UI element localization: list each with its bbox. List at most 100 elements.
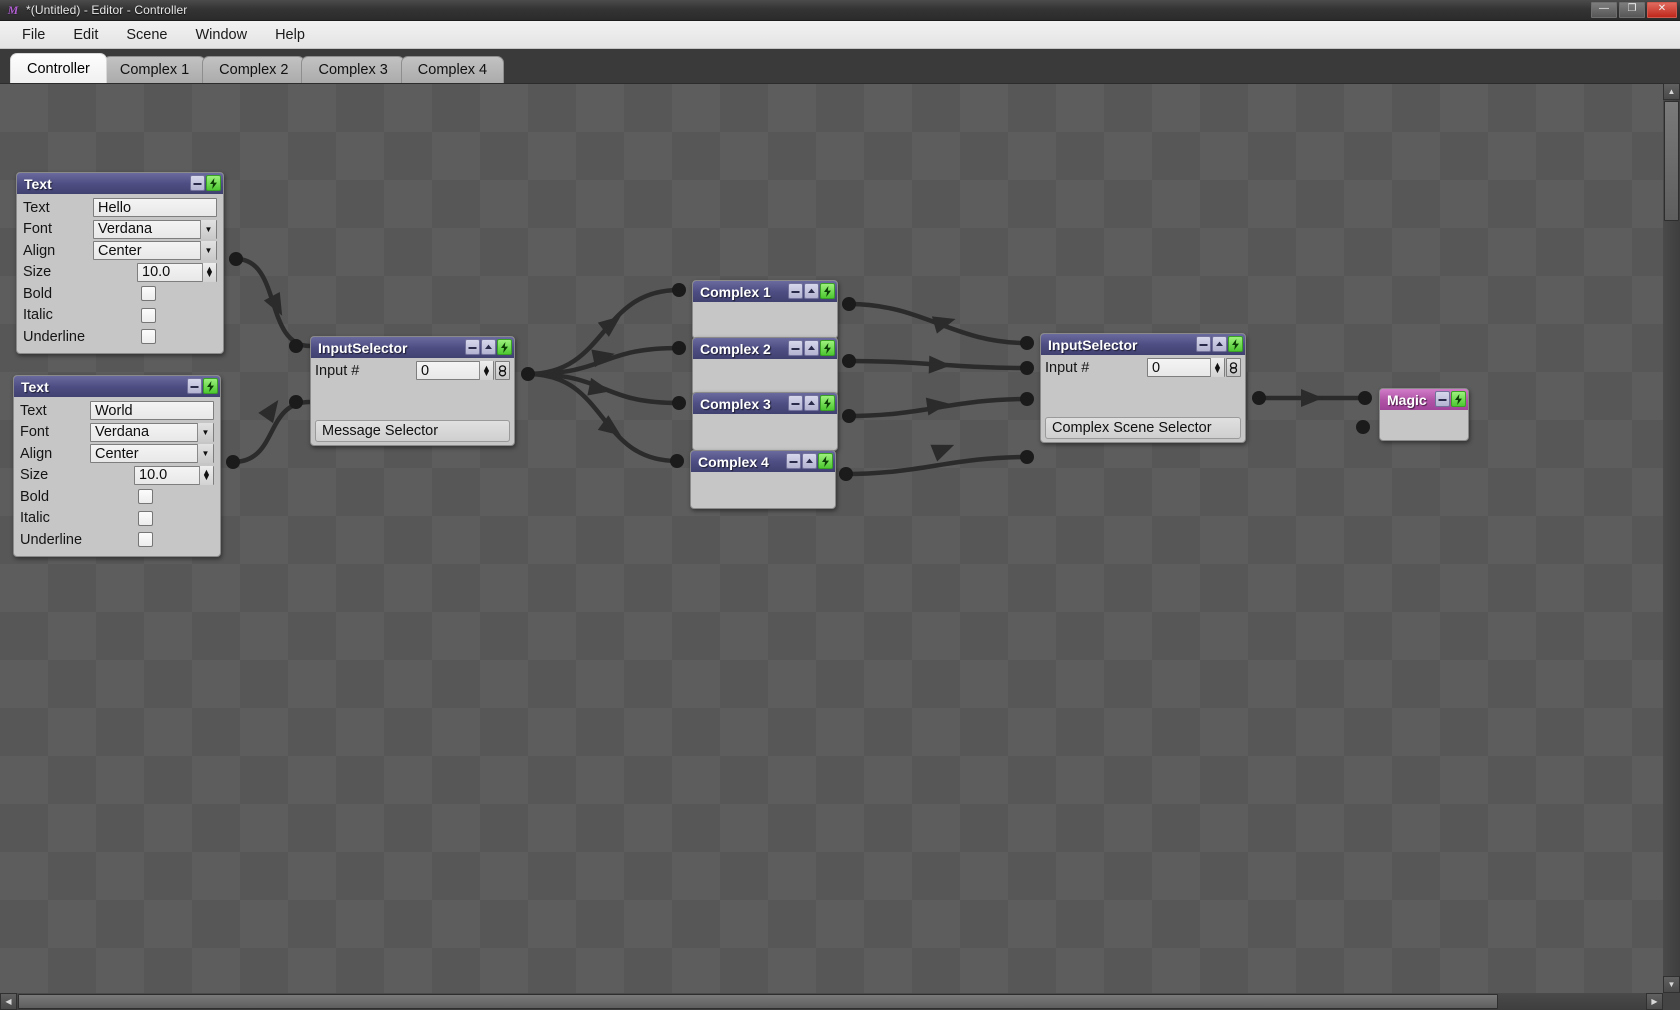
- number-input-size[interactable]: 10.0 ▲ ▼: [134, 465, 214, 485]
- checkbox-bold[interactable]: [141, 286, 156, 302]
- node-minimize-icon[interactable]: [187, 378, 202, 394]
- node-c3[interactable]: Complex 3: [692, 392, 838, 451]
- menu-item-edit[interactable]: Edit: [59, 24, 112, 46]
- node-collapse-up-icon[interactable]: [481, 339, 496, 355]
- menu-item-file[interactable]: File: [8, 24, 59, 46]
- number-input-input-number[interactable]: 0 ▲ ▼: [1147, 358, 1225, 378]
- node-header-c3[interactable]: Complex 3: [693, 393, 837, 414]
- node-port[interactable]: [842, 354, 856, 368]
- node-sel2[interactable]: InputSelector Input # 0 ▲ ▼ Complex Scene Sel…: [1040, 333, 1246, 443]
- node-header-magic[interactable]: Magic: [1380, 389, 1468, 410]
- node-lightning-bolt-icon[interactable]: [818, 453, 833, 469]
- spinner-arrows-icon[interactable]: ▲ ▼: [199, 465, 213, 485]
- node-minimize-icon[interactable]: [190, 175, 205, 191]
- minimize-button[interactable]: —: [1591, 2, 1617, 18]
- tab-complex-3[interactable]: Complex 3: [301, 56, 405, 83]
- node-port[interactable]: [226, 455, 240, 469]
- dropdown-font[interactable]: Verdana ▼: [90, 422, 214, 442]
- chevron-down-icon[interactable]: ▼: [200, 219, 216, 239]
- node-port[interactable]: [1020, 361, 1034, 375]
- chevron-down-icon[interactable]: ▼: [197, 422, 213, 442]
- menu-item-scene[interactable]: Scene: [112, 24, 181, 46]
- scroll-down-button[interactable]: ▼: [1663, 976, 1680, 993]
- node-header-c4[interactable]: Complex 4: [691, 451, 835, 472]
- node-lightning-bolt-icon[interactable]: [203, 378, 218, 394]
- scroll-right-button[interactable]: ▶: [1646, 993, 1663, 1010]
- node-port[interactable]: [842, 297, 856, 311]
- node-minimize-icon[interactable]: [1196, 336, 1211, 352]
- node-minimize-icon[interactable]: [788, 395, 803, 411]
- node-port[interactable]: [289, 395, 303, 409]
- node-port[interactable]: [1020, 450, 1034, 464]
- node-port[interactable]: [229, 252, 243, 266]
- node-lightning-bolt-icon[interactable]: [820, 283, 835, 299]
- node-header-c2[interactable]: Complex 2: [693, 338, 837, 359]
- node-collapse-up-icon[interactable]: [804, 283, 819, 299]
- node-minimize-icon[interactable]: [1435, 391, 1450, 407]
- node-c2[interactable]: Complex 2: [692, 337, 838, 396]
- node-port[interactable]: [1020, 336, 1034, 350]
- text-input-text[interactable]: World: [90, 401, 214, 421]
- node-text1[interactable]: Text Text Hello Font Verdana ▼ Align Center ▼ Siz…: [16, 172, 224, 354]
- dropdown-font[interactable]: Verdana ▼: [93, 219, 217, 239]
- node-port[interactable]: [521, 367, 535, 381]
- tab-complex-2[interactable]: Complex 2: [202, 56, 306, 83]
- number-input-size[interactable]: 10.0 ▲ ▼: [137, 262, 217, 282]
- menu-item-help[interactable]: Help: [261, 24, 319, 46]
- node-port[interactable]: [1020, 392, 1034, 406]
- tab-controller[interactable]: Controller: [10, 53, 107, 83]
- node-header-sel1[interactable]: InputSelector: [311, 337, 514, 358]
- dropdown-align[interactable]: Center ▼: [93, 241, 217, 261]
- node-lightning-bolt-icon[interactable]: [820, 395, 835, 411]
- chevron-down-icon[interactable]: ▼: [197, 444, 213, 464]
- menu-item-window[interactable]: Window: [182, 24, 262, 46]
- horizontal-scroll-thumb[interactable]: [18, 994, 1498, 1009]
- close-button[interactable]: ✕: [1647, 2, 1677, 18]
- dropdown-align[interactable]: Center ▼: [90, 444, 214, 464]
- number-input-input-number[interactable]: 0 ▲ ▼: [416, 361, 494, 381]
- node-minimize-icon[interactable]: [465, 339, 480, 355]
- checkbox-underline[interactable]: [141, 329, 156, 345]
- node-port[interactable]: [289, 339, 303, 353]
- node-lightning-bolt-icon[interactable]: [497, 339, 512, 355]
- horizontal-scrollbar[interactable]: ◀ ▶: [0, 993, 1663, 1010]
- node-lightning-bolt-icon[interactable]: [820, 340, 835, 356]
- node-lightning-bolt-icon[interactable]: [1451, 391, 1466, 407]
- chain-link-icon[interactable]: [1226, 358, 1241, 378]
- node-minimize-icon[interactable]: [788, 283, 803, 299]
- checkbox-bold[interactable]: [138, 489, 153, 505]
- spinner-arrows-icon[interactable]: ▲ ▼: [202, 262, 216, 282]
- chain-link-icon[interactable]: [495, 361, 510, 381]
- node-c1[interactable]: Complex 1: [692, 280, 838, 339]
- vertical-scroll-thumb[interactable]: [1664, 101, 1679, 221]
- node-header-c1[interactable]: Complex 1: [693, 281, 837, 302]
- node-port[interactable]: [670, 454, 684, 468]
- node-port[interactable]: [842, 409, 856, 423]
- node-collapse-up-icon[interactable]: [1212, 336, 1227, 352]
- spinner-arrows-icon[interactable]: ▲ ▼: [1210, 358, 1224, 378]
- node-magic[interactable]: Magic: [1379, 388, 1469, 441]
- node-header-text1[interactable]: Text: [17, 173, 223, 194]
- node-port[interactable]: [1252, 391, 1266, 405]
- node-minimize-icon[interactable]: [786, 453, 801, 469]
- node-graph-canvas[interactable]: Text Text Hello Font Verdana ▼ Align Center ▼ Siz…: [0, 83, 1663, 993]
- node-port[interactable]: [672, 283, 686, 297]
- node-collapse-up-icon[interactable]: [804, 395, 819, 411]
- node-port[interactable]: [672, 396, 686, 410]
- checkbox-italic[interactable]: [141, 307, 156, 323]
- maximize-button[interactable]: ❐: [1619, 2, 1645, 18]
- checkbox-italic[interactable]: [138, 510, 153, 526]
- node-port[interactable]: [1358, 391, 1372, 405]
- node-lightning-bolt-icon[interactable]: [1228, 336, 1243, 352]
- tab-complex-1[interactable]: Complex 1: [102, 56, 207, 83]
- tab-complex-4[interactable]: Complex 4: [400, 56, 505, 83]
- node-text2[interactable]: Text Text World Font Verdana ▼ Align Center ▼ Siz…: [13, 375, 221, 557]
- node-port[interactable]: [1356, 420, 1370, 434]
- node-port[interactable]: [839, 467, 853, 481]
- node-collapse-up-icon[interactable]: [802, 453, 817, 469]
- node-c4[interactable]: Complex 4: [690, 450, 836, 509]
- chevron-down-icon[interactable]: ▼: [200, 241, 216, 261]
- node-sel1[interactable]: InputSelector Input # 0 ▲ ▼ Message Selector: [310, 336, 515, 446]
- scroll-up-button[interactable]: ▲: [1663, 83, 1680, 100]
- node-header-sel2[interactable]: InputSelector: [1041, 334, 1245, 355]
